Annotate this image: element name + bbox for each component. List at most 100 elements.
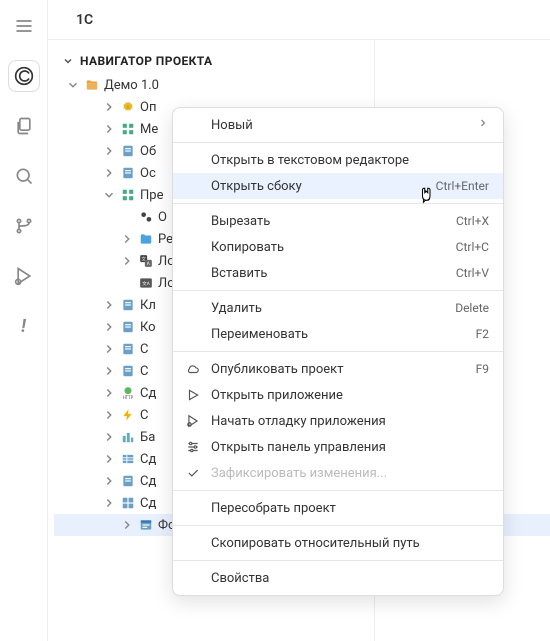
chevron-right-icon [102, 122, 116, 136]
chevron-right-icon [102, 320, 116, 334]
menu-item[interactable]: Начать отладку приложения [173, 408, 503, 434]
folder-icon [138, 231, 154, 247]
logo-1c [8, 60, 40, 92]
chevron-right-icon [102, 474, 116, 488]
menu-item-label: Копировать [211, 240, 446, 255]
tree-item-label: С [140, 408, 148, 423]
tree-item-label: Сд [140, 474, 156, 489]
menu-item-label: Открыть сбоку [211, 179, 426, 194]
chevron-right-icon [477, 117, 489, 133]
menu-item-label: Свойства [211, 571, 489, 586]
tab-1c[interactable]: 1C [64, 4, 105, 36]
lang2-icon: 文A [138, 275, 154, 291]
chevron-right-icon [102, 144, 116, 158]
chevron-right-icon [120, 232, 134, 246]
menu-item-label: Скопировать относительный путь [211, 536, 489, 551]
play-icon [185, 388, 201, 402]
project-icon [84, 77, 100, 93]
menu-item[interactable]: Пересобрать проект [173, 495, 503, 521]
menu-item-shortcut: Ctrl+C [456, 240, 489, 254]
http-icon: HTTP [120, 385, 136, 401]
menu-item-shortcut: Ctrl+V [456, 266, 489, 280]
menu-separator [173, 525, 503, 526]
svg-text:HTTP: HTTP [123, 395, 134, 400]
menu-item[interactable]: ВставитьCtrl+V [173, 260, 503, 286]
context-menu: Новый Открыть в текстовом редакторе Открыт… [172, 107, 504, 596]
menu-separator [173, 142, 503, 143]
menu-item-shortcut: F9 [476, 362, 489, 376]
menu-item: Зафиксировать изменения... [173, 460, 503, 486]
menu-item[interactable]: УдалитьDelete [173, 295, 503, 321]
tree-root[interactable]: Демо 1.0 [54, 74, 550, 96]
chevron-right-icon [102, 408, 116, 422]
activity-bar: ! [0, 0, 48, 641]
chevron-right-icon [102, 100, 116, 114]
chevron-right-icon [120, 254, 134, 268]
doc-icon [120, 319, 136, 335]
doc-icon [120, 297, 136, 313]
menu-separator [173, 290, 503, 291]
menu-item-label: Пересобрать проект [211, 501, 489, 516]
menu-item-label: Переименовать [211, 327, 466, 342]
menu-separator [173, 560, 503, 561]
debug-icon [185, 414, 201, 428]
section-title: НАВИГАТОР ПРОЕКТА [80, 54, 212, 68]
check-icon [185, 466, 201, 480]
svg-text:A: A [147, 261, 150, 267]
tree-item-label: С [140, 342, 148, 357]
tree-item-label: Ре [158, 232, 173, 247]
doc-icon [120, 341, 136, 357]
menu-item-label: Опубликовать проект [211, 362, 466, 377]
sliders-icon [185, 440, 201, 454]
menu-item[interactable]: Копировать Ctrl+C [173, 234, 503, 260]
search-icon[interactable] [8, 160, 40, 192]
city-icon [120, 429, 136, 445]
menu-item[interactable]: Новый [173, 112, 503, 138]
bolt-icon [120, 407, 136, 423]
tree-item-label: О [158, 210, 167, 225]
chevron-right-icon [102, 364, 116, 378]
doc-icon [120, 363, 136, 379]
tree-item-label: Кл [140, 298, 156, 313]
tree-item-label: Оп [140, 100, 156, 115]
menu-item[interactable]: Открыть сбоку Ctrl+Enter [173, 173, 503, 199]
debug-icon[interactable] [8, 260, 40, 292]
warning-icon[interactable]: ! [8, 310, 40, 342]
menu-item-label: Зафиксировать изменения... [211, 466, 489, 481]
menu-item[interactable]: Скопировать относительный путь [173, 530, 503, 556]
menu-icon[interactable] [8, 10, 40, 42]
menu-item[interactable]: Открыть приложение [173, 382, 503, 408]
menu-item[interactable]: Открыть в текстовом редакторе [173, 147, 503, 173]
form-icon [138, 517, 154, 533]
tree-item-label: С [140, 364, 148, 379]
menu-item[interactable]: ВырезатьCtrl+X [173, 208, 503, 234]
section-header[interactable]: НАВИГАТОР ПРОЕКТА [48, 48, 550, 74]
menu-item-shortcut: F2 [476, 327, 489, 341]
cloud-icon [185, 362, 201, 376]
menu-item-label: Открыть в текстовом редакторе [211, 153, 489, 168]
tree-item-label: Ос [140, 166, 156, 181]
menu-item-label: Вырезать [211, 214, 446, 229]
files-icon[interactable] [8, 110, 40, 142]
menu-item[interactable]: Переименовать F2 [173, 321, 503, 347]
menu-item[interactable]: Свойства [173, 565, 503, 591]
chevron-right-icon [102, 430, 116, 444]
chevron-right-icon [102, 298, 116, 312]
menu-separator [173, 351, 503, 352]
chevron-right-icon [102, 496, 116, 510]
menu-item[interactable]: Открыть панель управления [173, 434, 503, 460]
chevron-right-icon [102, 342, 116, 356]
tree-item-label: Сд [140, 386, 156, 401]
lang-icon: 文A [138, 253, 154, 269]
tree-item-label: Ба [140, 430, 155, 445]
tree-item-label: Ме [140, 122, 158, 137]
chevron-right-icon [102, 386, 116, 400]
tile-icon [120, 495, 136, 511]
menu-item-shortcut: Ctrl+Enter [436, 179, 489, 193]
branch-icon[interactable] [8, 210, 40, 242]
menu-item-label: Открыть панель управления [211, 440, 489, 455]
chevron-right-icon [102, 166, 116, 180]
grid-icon [120, 121, 136, 137]
menu-item[interactable]: Опубликовать проект F9 [173, 356, 503, 382]
tree-item-label: Об [140, 144, 156, 159]
